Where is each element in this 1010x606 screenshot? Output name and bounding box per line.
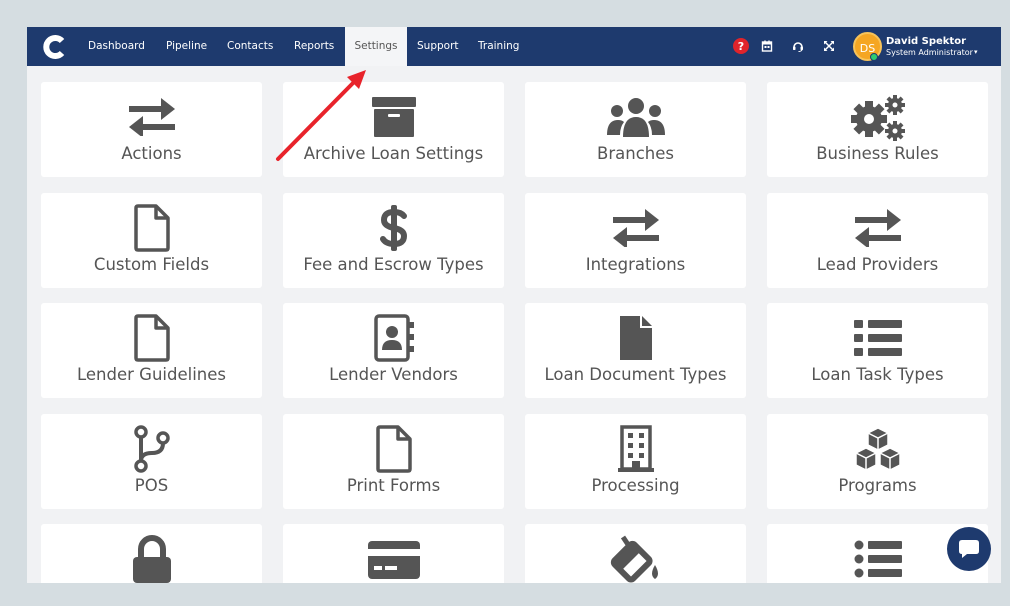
tile-label: Processing: [591, 476, 680, 495]
address-book-icon: [283, 314, 504, 362]
tile-label: Lender Vendors: [329, 365, 458, 384]
exchange-icon: [41, 94, 262, 140]
tile-billing[interactable]: [283, 524, 504, 583]
tile-programs[interactable]: Programs: [767, 414, 988, 509]
nav-support[interactable]: Support: [407, 27, 469, 66]
tile-label: POS: [134, 476, 169, 495]
tile-label: Business Rules: [816, 144, 939, 163]
tile-label: Actions: [121, 144, 182, 163]
tile-label: Integrations: [585, 255, 686, 274]
calendar-icon[interactable]: [759, 38, 775, 54]
cogs-icon: [767, 94, 988, 141]
tile-theme[interactable]: [525, 524, 746, 583]
headset-icon[interactable]: [790, 38, 806, 54]
credit-card-icon: [283, 536, 504, 582]
file-icon: [41, 314, 262, 362]
tile-loan-task-types[interactable]: Loan Task Types: [767, 303, 988, 398]
tile-fee-and-escrow-types[interactable]: Fee and Escrow Types: [283, 193, 504, 288]
code-branch-icon: [41, 425, 262, 473]
tile-processing[interactable]: Processing: [525, 414, 746, 509]
tile-print-forms[interactable]: Print Forms: [283, 414, 504, 509]
tile-pos[interactable]: POS: [41, 414, 262, 509]
app-window: Dashboard Pipeline Contacts Reports Sett…: [27, 27, 1001, 583]
top-navbar: Dashboard Pipeline Contacts Reports Sett…: [27, 27, 1001, 66]
exchange-icon: [525, 205, 746, 251]
nav-training[interactable]: Training: [468, 27, 529, 66]
tile-lender-guidelines[interactable]: Lender Guidelines: [41, 303, 262, 398]
tile-integrations[interactable]: Integrations: [525, 193, 746, 288]
tile-custom-fields[interactable]: Custom Fields: [41, 193, 262, 288]
archive-icon: [283, 94, 504, 140]
tile-label: Lender Guidelines: [77, 365, 226, 384]
file-icon: [283, 425, 504, 473]
tile-archive-loan-settings[interactable]: Archive Loan Settings: [283, 82, 504, 177]
file-solid-icon: [525, 315, 746, 361]
nav-pipeline[interactable]: Pipeline: [156, 27, 217, 66]
file-icon: [41, 204, 262, 252]
app-logo-icon[interactable]: [41, 33, 69, 61]
list-icon: [767, 315, 988, 361]
fill-drip-icon: [525, 535, 746, 583]
tile-label: Fee and Escrow Types: [303, 255, 484, 274]
nav-settings[interactable]: Settings: [345, 27, 407, 66]
building-icon: [525, 425, 746, 472]
lock-icon: [41, 535, 262, 583]
tile-actions[interactable]: Actions: [41, 82, 262, 177]
chat-widget-button[interactable]: [947, 527, 991, 571]
tile-branches[interactable]: Branches: [525, 82, 746, 177]
tile-label: Branches: [597, 144, 674, 163]
chevron-down-icon[interactable]: ▾: [974, 48, 978, 56]
tile-label: Print Forms: [346, 476, 441, 495]
tile-business-rules[interactable]: Business Rules: [767, 82, 988, 177]
help-icon[interactable]: ?: [733, 38, 749, 54]
users-icon: [525, 94, 746, 140]
tile-label: Loan Document Types: [544, 365, 727, 384]
expand-icon[interactable]: [821, 38, 837, 54]
user-name[interactable]: David Spektor: [886, 36, 966, 47]
dollar-icon: [283, 205, 504, 251]
nav-reports[interactable]: Reports: [284, 27, 344, 66]
tile-label: Custom Fields: [93, 255, 210, 274]
chat-icon: [959, 540, 979, 558]
tile-label: Programs: [838, 476, 917, 495]
tile-label: Loan Task Types: [811, 365, 944, 384]
tile-security[interactable]: [41, 524, 262, 583]
cubes-icon: [767, 426, 988, 472]
nav-dashboard[interactable]: Dashboard: [78, 27, 155, 66]
tile-lender-vendors[interactable]: Lender Vendors: [283, 303, 504, 398]
tile-lead-providers[interactable]: Lead Providers: [767, 193, 988, 288]
user-role[interactable]: System Administrator: [886, 48, 973, 57]
nav-contacts[interactable]: Contacts: [217, 27, 283, 66]
tile-label: Lead Providers: [816, 255, 939, 274]
online-status-dot: [870, 53, 878, 61]
tile-label: Archive Loan Settings: [303, 144, 484, 163]
tile-loan-document-types[interactable]: Loan Document Types: [525, 303, 746, 398]
exchange-icon: [767, 205, 988, 251]
